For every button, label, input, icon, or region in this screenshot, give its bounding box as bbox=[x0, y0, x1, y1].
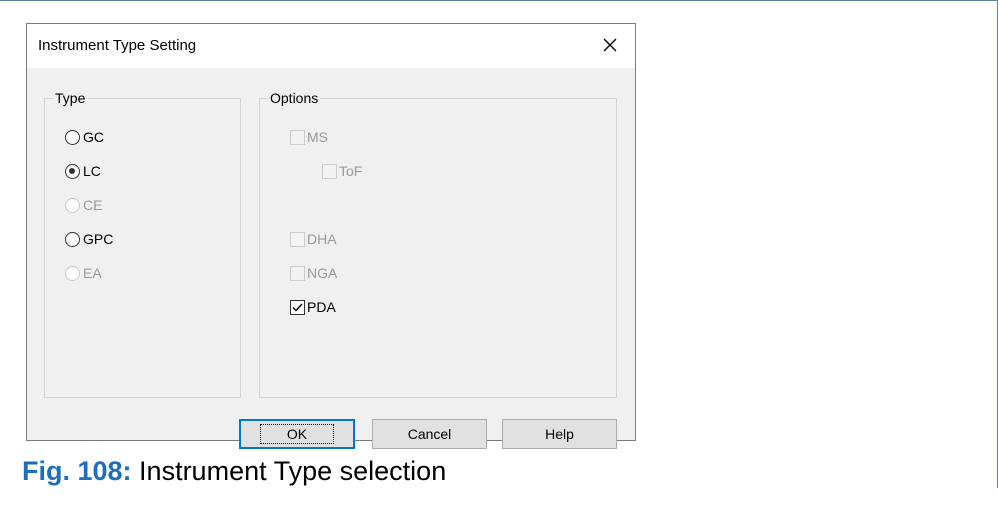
checkbox-box bbox=[290, 265, 305, 281]
checkbox-nga-label: NGA bbox=[307, 265, 338, 281]
type-group: Type GC LC CE GPC EA bbox=[44, 90, 241, 398]
checkbox-tof[interactable]: ToF bbox=[322, 163, 362, 179]
figure-number: Fig. 108: bbox=[22, 456, 132, 486]
ok-button-label: OK bbox=[259, 424, 335, 444]
figure-caption: Fig. 108: Instrument Type selection bbox=[22, 456, 446, 487]
dialog-titlebar: Instrument Type Setting bbox=[27, 24, 635, 68]
instrument-type-dialog: Instrument Type Setting Type GC LC CE GP… bbox=[26, 23, 636, 449]
checkmark-icon bbox=[292, 303, 303, 312]
checkbox-tof-label: ToF bbox=[339, 163, 363, 179]
checkbox-box bbox=[290, 129, 305, 145]
options-group-label: Options bbox=[268, 90, 321, 106]
radio-gpc-label: GPC bbox=[83, 231, 114, 247]
radio-circle-checked bbox=[65, 163, 80, 179]
options-group: Options MS ToF DHA NGA PDA bbox=[259, 90, 617, 398]
page-frame-top bbox=[0, 0, 998, 1]
radio-ce[interactable]: CE bbox=[65, 197, 102, 213]
checkbox-pda-label: PDA bbox=[307, 299, 336, 315]
checkbox-box-checked bbox=[290, 299, 305, 315]
radio-ea[interactable]: EA bbox=[65, 265, 102, 281]
figure-caption-text: Instrument Type selection bbox=[139, 456, 447, 486]
radio-circle bbox=[65, 231, 80, 247]
radio-lc[interactable]: LC bbox=[65, 163, 101, 179]
radio-circle-disabled bbox=[65, 265, 80, 281]
checkbox-dha-label: DHA bbox=[307, 231, 337, 247]
dialog-title: Instrument Type Setting bbox=[38, 37, 197, 54]
help-button[interactable]: Help bbox=[502, 419, 617, 449]
radio-circle-disabled bbox=[65, 197, 80, 213]
ok-button[interactable]: OK bbox=[239, 419, 355, 449]
radio-circle bbox=[65, 129, 80, 145]
checkbox-box bbox=[290, 231, 305, 247]
checkbox-pda[interactable]: PDA bbox=[290, 299, 336, 315]
radio-ce-label: CE bbox=[83, 197, 103, 213]
checkbox-ms-label: MS bbox=[307, 129, 328, 145]
checkbox-ms[interactable]: MS bbox=[290, 129, 328, 145]
type-group-label: Type bbox=[53, 90, 88, 106]
close-icon bbox=[603, 38, 617, 52]
radio-lc-label: LC bbox=[83, 163, 101, 179]
close-button[interactable] bbox=[599, 34, 621, 56]
checkbox-dha[interactable]: DHA bbox=[290, 231, 337, 247]
help-button-label: Help bbox=[545, 426, 574, 442]
cancel-button[interactable]: Cancel bbox=[372, 419, 487, 449]
checkbox-box bbox=[322, 163, 337, 179]
checkbox-nga[interactable]: NGA bbox=[290, 265, 337, 281]
radio-gc[interactable]: GC bbox=[65, 129, 104, 145]
cancel-button-label: Cancel bbox=[407, 426, 452, 442]
radio-ea-label: EA bbox=[83, 265, 102, 281]
radio-gpc[interactable]: GPC bbox=[65, 231, 113, 247]
radio-gc-label: GC bbox=[83, 129, 104, 145]
